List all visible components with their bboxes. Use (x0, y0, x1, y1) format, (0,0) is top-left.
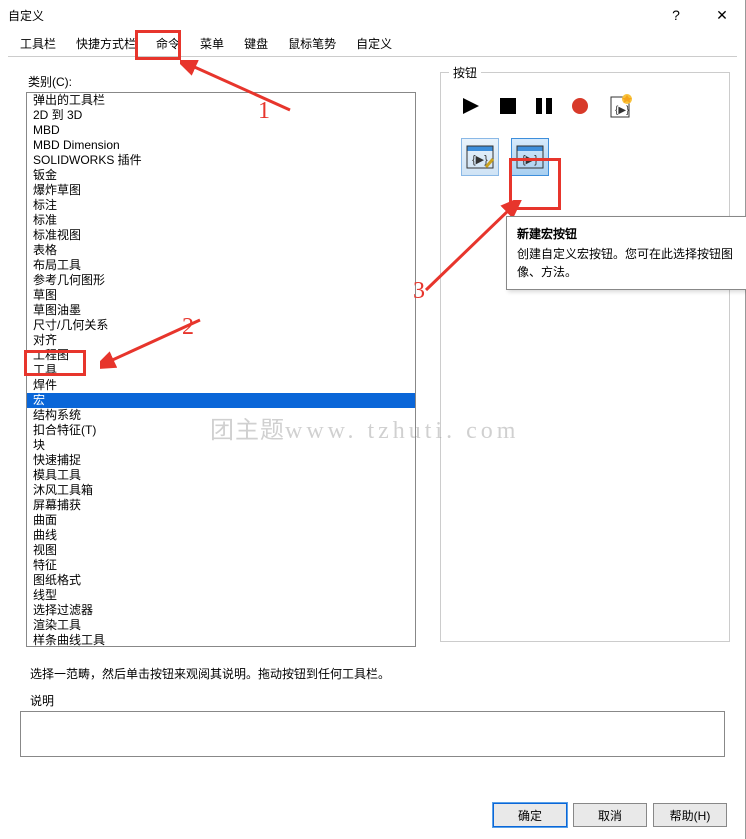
tab-3[interactable]: 菜单 (190, 31, 234, 56)
category-item[interactable]: MBD Dimension (27, 138, 415, 153)
category-item[interactable]: 焊件 (27, 378, 415, 393)
macro-icons-row2: {▶} {▶} (455, 138, 715, 176)
category-item[interactable]: 宏 (27, 393, 415, 408)
tab-5[interactable]: 鼠标笔势 (278, 31, 346, 56)
pause-icon[interactable] (535, 97, 553, 118)
new-macro-button[interactable]: {▶} (511, 138, 549, 176)
tab-1[interactable]: 快捷方式栏 (66, 31, 146, 56)
category-item[interactable]: 曲线 (27, 528, 415, 543)
play-icon[interactable] (461, 96, 481, 119)
category-item[interactable]: 工程图 (27, 348, 415, 363)
category-item[interactable]: 标准 (27, 213, 415, 228)
new-macro-file-icon[interactable]: {▶} (607, 93, 633, 122)
category-item[interactable]: 曲面 (27, 513, 415, 528)
buttons-group-title: 按钮 (449, 64, 481, 81)
tab-4[interactable]: 键盘 (234, 31, 278, 56)
category-item[interactable]: 工具 (27, 363, 415, 378)
category-item[interactable]: 选择过滤器 (27, 603, 415, 618)
category-item[interactable]: 参考几何图形 (27, 273, 415, 288)
tooltip: 新建宏按钮 创建自定义宏按钮。您可在此选择按钮图像、方法。 (506, 216, 746, 290)
category-item[interactable]: 标准视图 (27, 228, 415, 243)
cancel-button[interactable]: 取消 (573, 803, 647, 827)
category-item[interactable]: 标注 (27, 198, 415, 213)
tooltip-body: 创建自定义宏按钮。您可在此选择按钮图像、方法。 (517, 247, 733, 279)
category-item[interactable]: 草图油墨 (27, 303, 415, 318)
help-button[interactable]: ? (653, 0, 699, 30)
window-title: 自定义 (8, 7, 44, 24)
svg-text:{▶}: {▶} (522, 154, 538, 166)
tab-6[interactable]: 自定义 (346, 31, 402, 56)
category-item[interactable]: 扣合特征(T) (27, 423, 415, 438)
category-item[interactable]: 样条曲线工具 (27, 633, 415, 647)
close-icon: ✕ (716, 7, 728, 24)
category-item[interactable]: 模具工具 (27, 468, 415, 483)
tab-2[interactable]: 命令 (146, 31, 190, 56)
category-item[interactable]: 沐风工具箱 (27, 483, 415, 498)
category-item[interactable]: 线型 (27, 588, 415, 603)
ok-button[interactable]: 确定 (493, 803, 567, 827)
category-item[interactable]: 爆炸草图 (27, 183, 415, 198)
svg-text:{▶}: {▶} (615, 105, 630, 116)
category-item[interactable]: 结构系统 (27, 408, 415, 423)
category-item[interactable]: MBD (27, 123, 415, 138)
instruction-text: 选择一范畴，然后单击按钮来观阅其说明。拖动按钮到任何工具栏。 (30, 665, 745, 682)
tooltip-title: 新建宏按钮 (517, 225, 739, 243)
category-item[interactable]: 表格 (27, 243, 415, 258)
category-item[interactable]: 草图 (27, 288, 415, 303)
dialog-footer: 确定 取消 帮助(H) (493, 803, 727, 827)
category-item[interactable]: 布局工具 (27, 258, 415, 273)
buttons-groupbox: 按钮 {▶} (440, 72, 730, 642)
tab-strip: 工具栏快捷方式栏命令菜单键盘鼠标笔势自定义 (0, 30, 745, 56)
category-item[interactable]: 屏幕捕获 (27, 498, 415, 513)
buttons-panel-wrapper: 按钮 {▶} (440, 72, 730, 642)
description-box (20, 711, 725, 757)
help-icon: ? (672, 7, 680, 23)
category-item[interactable]: 视图 (27, 543, 415, 558)
titlebar: 自定义 ? ✕ (0, 0, 745, 30)
category-item[interactable]: 对齐 (27, 333, 415, 348)
description-label: 说明 (30, 692, 745, 709)
category-item[interactable]: SOLIDWORKS 插件 (27, 153, 415, 168)
help-button-footer[interactable]: 帮助(H) (653, 803, 727, 827)
category-item[interactable]: 块 (27, 438, 415, 453)
stop-icon[interactable] (499, 97, 517, 118)
category-item[interactable]: 图纸格式 (27, 573, 415, 588)
category-item[interactable]: 尺寸/几何关系 (27, 318, 415, 333)
close-button[interactable]: ✕ (699, 0, 745, 30)
edit-macro-button[interactable]: {▶} (461, 138, 499, 176)
category-item[interactable]: 2D 到 3D (27, 108, 415, 123)
tab-0[interactable]: 工具栏 (10, 31, 66, 56)
macro-icons-row1: {▶} (455, 93, 715, 122)
category-item[interactable]: 快速捕捉 (27, 453, 415, 468)
category-item[interactable]: 钣金 (27, 168, 415, 183)
categories-listbox[interactable]: 弹出的工具栏2D 到 3DMBDMBD DimensionSOLIDWORKS … (26, 92, 416, 647)
category-item[interactable]: 弹出的工具栏 (27, 93, 415, 108)
category-item[interactable]: 渲染工具 (27, 618, 415, 633)
category-item[interactable]: 特征 (27, 558, 415, 573)
svg-text:{▶}: {▶} (472, 154, 488, 166)
record-icon[interactable] (571, 97, 589, 118)
customize-dialog: 自定义 ? ✕ 工具栏快捷方式栏命令菜单键盘鼠标笔势自定义 类别(C): 弹出的… (0, 0, 746, 839)
